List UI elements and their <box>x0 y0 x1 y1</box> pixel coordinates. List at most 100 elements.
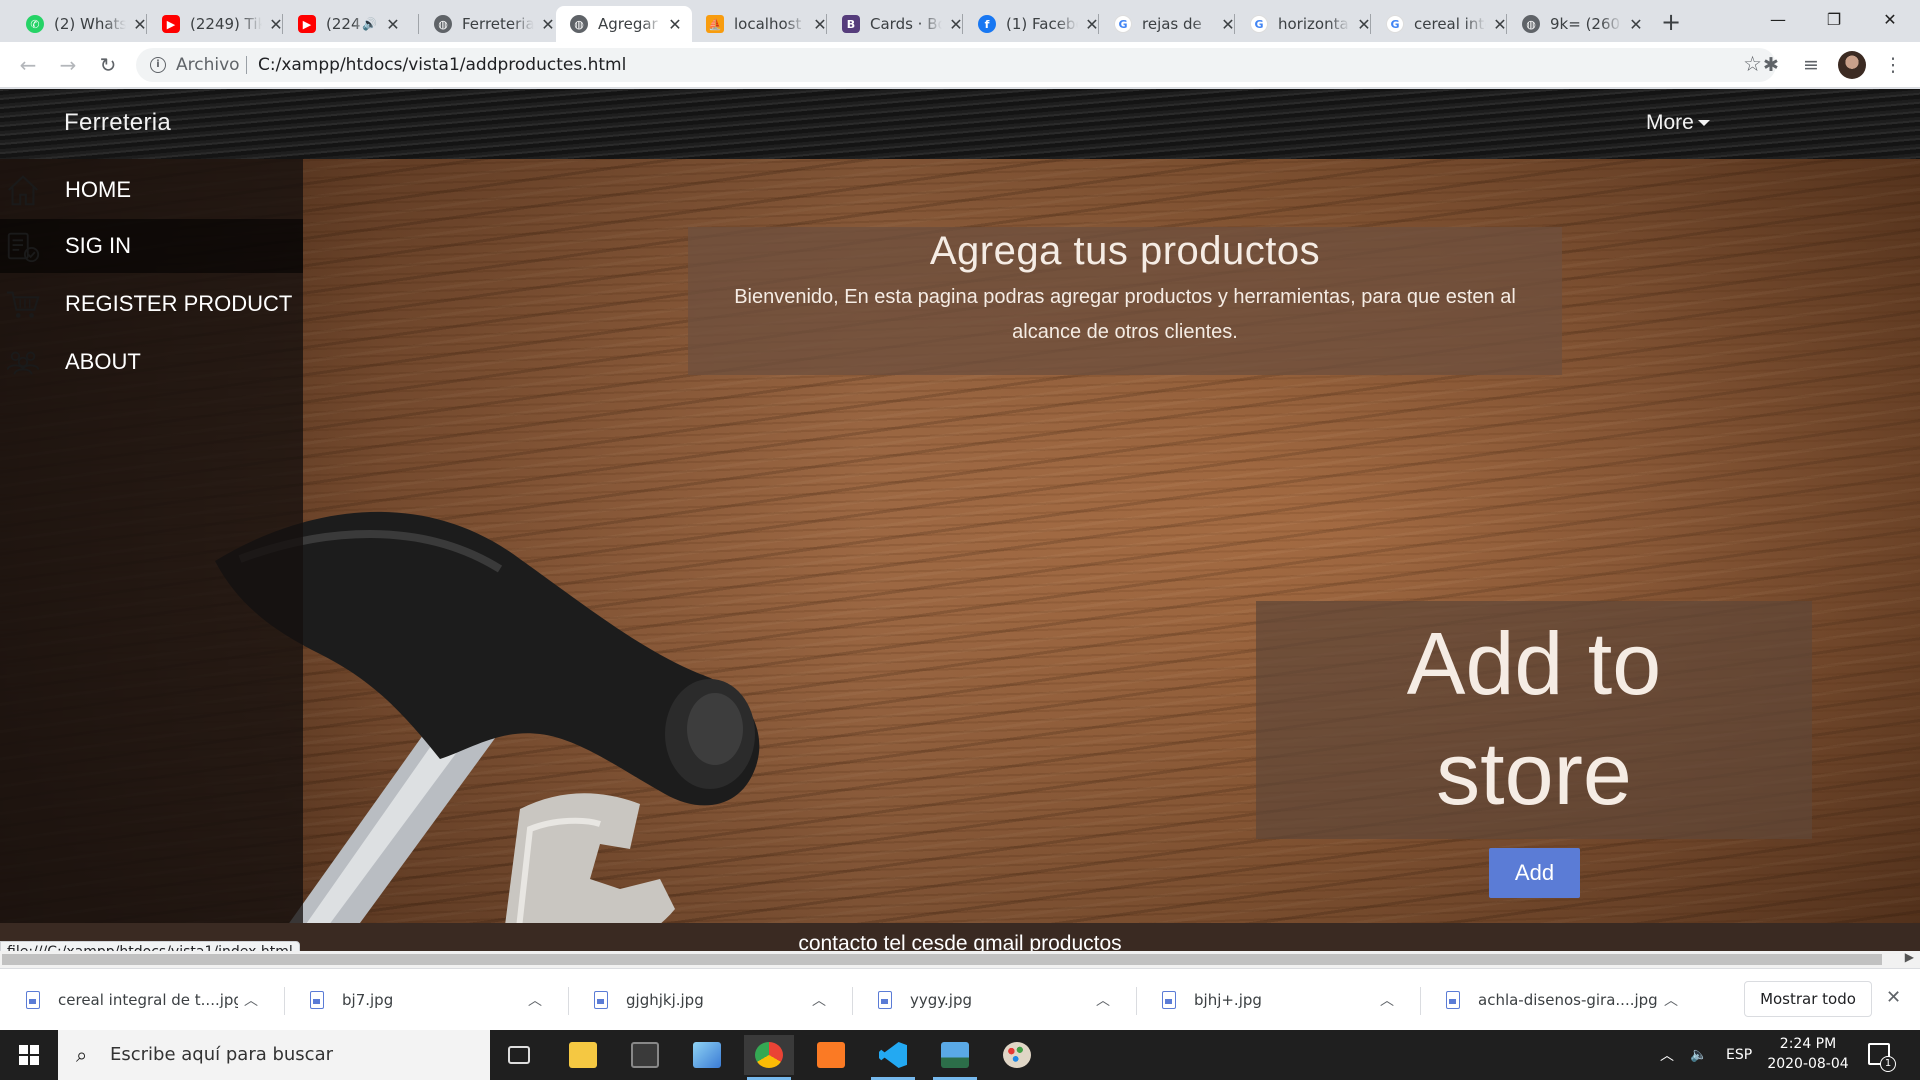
url-text[interactable]: C:/xampp/htdocs/vista1/addproductes.html <box>258 55 626 75</box>
home-icon <box>8 175 38 206</box>
chevron-up-icon[interactable]: ︿ <box>1380 990 1394 1010</box>
download-item[interactable]: gjghjkj.jpg ︿ <box>594 983 826 1017</box>
chevron-up-icon[interactable]: ︿ <box>244 990 258 1010</box>
tab-facebook[interactable]: f (1) Facebook ✕ <box>964 6 1110 42</box>
globe-icon: ◍ <box>1522 15 1540 33</box>
task-view-icon[interactable] <box>494 1035 544 1075</box>
extensions-icon[interactable]: ✱ <box>1758 52 1784 78</box>
tab-localhost[interactable]: ⛵ localhost ✕ <box>692 6 838 42</box>
windows-taskbar: ⌕ Escribe aquí para buscar ︿ 🔈 ESP 2:24 … <box>0 1030 1920 1080</box>
phpmyadmin-icon: ⛵ <box>706 15 724 33</box>
new-tab-button[interactable]: + <box>1656 8 1686 36</box>
sidebar-item-label: REGISTER PRODUCT <box>65 291 293 316</box>
image-file-icon <box>1162 991 1176 1009</box>
tab-google-3[interactable]: G cereal integral ✕ <box>1372 6 1518 42</box>
sidebar-item-about[interactable]: ABOUT <box>0 335 303 389</box>
whatsapp-icon: ✆ <box>26 15 44 33</box>
security-label: Archivo <box>176 55 240 75</box>
app-icon[interactable] <box>682 1035 732 1075</box>
sidebar-item-home[interactable]: HOME <box>0 163 303 217</box>
download-item[interactable]: bjhj+.jpg ︿ <box>1162 983 1394 1017</box>
address-bar[interactable]: i Archivo C:/xampp/htdocs/vista1/addprod… <box>136 48 1776 82</box>
scroll-right-icon[interactable]: ▶ <box>1905 950 1914 964</box>
tab-image[interactable]: ◍ 9k= (260 ✕ <box>1508 6 1654 42</box>
site-navbar: Ferreteria More <box>0 89 1920 159</box>
windows-logo-icon <box>19 1045 39 1065</box>
tab-youtube-2[interactable]: ▶ (224 🔊 ✕ <box>284 6 411 42</box>
youtube-icon: ▶ <box>298 15 316 33</box>
vscode-icon[interactable] <box>868 1035 918 1080</box>
page-viewport: Ferreteria More HOME SIG IN REGISTER PRO… <box>0 89 1920 964</box>
back-button[interactable]: ← <box>14 51 42 79</box>
tab-google-2[interactable]: G horizontal ✕ <box>1236 6 1382 42</box>
tab-bootstrap[interactable]: B Cards · Bootstrap ✕ <box>828 6 974 42</box>
sidebar-item-label: ABOUT <box>65 349 141 374</box>
bootstrap-icon: B <box>842 15 860 33</box>
google-icon: G <box>1250 15 1268 33</box>
tab-whatsapp[interactable]: ✆ (2) WhatsApp ✕ <box>12 6 158 42</box>
tab-strip: ✆ (2) WhatsApp ✕ ▶ (2249) TikTok ✕ ▶ (22… <box>0 0 1920 42</box>
add-button[interactable]: Add <box>1489 848 1580 898</box>
menu-kebab-icon[interactable]: ⋮ <box>1880 52 1906 78</box>
tab-google-1[interactable]: G rejas de ✕ <box>1100 6 1246 42</box>
sidebar-item-register-product[interactable]: REGISTER PRODUCT <box>0 277 303 331</box>
minimize-button[interactable]: — <box>1750 0 1806 38</box>
site-brand[interactable]: Ferreteria <box>64 109 171 137</box>
chevron-up-icon[interactable]: ︿ <box>1664 990 1678 1010</box>
chrome-icon[interactable] <box>744 1035 794 1080</box>
paint-icon[interactable] <box>992 1035 1042 1075</box>
language-indicator[interactable]: ESP <box>1726 1030 1752 1080</box>
start-button[interactable] <box>0 1030 58 1080</box>
file-explorer-icon[interactable] <box>558 1035 608 1075</box>
download-item[interactable]: achla-disenos-gira....jpg ︿ <box>1446 983 1678 1017</box>
close-tab-icon[interactable]: ✕ <box>385 15 401 34</box>
tab-youtube-1[interactable]: ▶ (2249) TikTok ✕ <box>148 6 294 42</box>
show-all-downloads-button[interactable]: Mostrar todo <box>1744 981 1872 1017</box>
google-icon: G <box>1386 15 1404 33</box>
download-item[interactable]: cereal integral de t....jpg ︿ <box>26 983 258 1017</box>
image-file-icon <box>1446 991 1460 1009</box>
image-file-icon <box>878 991 892 1009</box>
tab-ferreteria[interactable]: ◍ Ferreteria ✕ <box>420 6 566 42</box>
reload-button[interactable]: ↻ <box>94 51 122 79</box>
horizontal-scrollbar[interactable]: ▶ <box>0 950 1920 968</box>
forward-button[interactable]: → <box>54 51 82 79</box>
image-file-icon <box>594 991 608 1009</box>
caret-down-icon <box>1697 120 1710 127</box>
download-item[interactable]: yygy.jpg ︿ <box>878 983 1110 1017</box>
notification-count-badge: 1 <box>1880 1056 1896 1072</box>
sidebar-item-label: HOME <box>65 177 131 202</box>
clipboard-check-icon <box>7 232 40 263</box>
image-file-icon <box>26 991 40 1009</box>
cart-icon <box>6 291 40 318</box>
notion-icon[interactable] <box>620 1035 670 1075</box>
sidebar-item-sign-in[interactable]: SIG IN <box>0 219 303 273</box>
xampp-icon[interactable] <box>806 1035 856 1075</box>
photos-icon[interactable] <box>930 1035 980 1080</box>
more-dropdown[interactable]: More <box>1646 111 1710 135</box>
close-window-button[interactable]: ✕ <box>1862 0 1918 38</box>
google-icon: G <box>1114 15 1132 33</box>
tab-agregar[interactable]: ◍ Agregar ✕ <box>556 6 692 42</box>
close-shelf-icon[interactable]: ✕ <box>1886 987 1901 1008</box>
people-icon <box>6 351 40 375</box>
scrollbar-thumb[interactable] <box>2 954 1882 965</box>
chevron-up-icon[interactable]: ︿ <box>812 990 826 1010</box>
chevron-up-icon[interactable]: ︿ <box>528 990 542 1010</box>
sidebar: HOME SIG IN REGISTER PRODUCT ABOUT <box>0 159 303 929</box>
close-tab-icon[interactable]: ✕ <box>668 15 682 34</box>
youtube-icon: ▶ <box>162 15 180 33</box>
volume-icon[interactable]: 🔈 <box>1690 1030 1707 1080</box>
close-tab-icon[interactable]: ✕ <box>1628 15 1644 34</box>
show-hidden-icons[interactable]: ︿ <box>1660 1030 1674 1080</box>
info-icon[interactable]: i <box>150 57 166 73</box>
clock[interactable]: 2:24 PM 2020-08-04 <box>1760 1034 1856 1074</box>
download-item[interactable]: bj7.jpg ︿ <box>310 983 542 1017</box>
download-shelf: cereal integral de t....jpg ︿ bj7.jpg ︿ … <box>0 968 1920 1030</box>
media-controls-icon[interactable]: ≡ <box>1798 52 1824 78</box>
profile-avatar[interactable] <box>1838 51 1866 79</box>
taskbar-search[interactable]: ⌕ Escribe aquí para buscar <box>58 1030 490 1080</box>
chevron-up-icon[interactable]: ︿ <box>1096 990 1110 1010</box>
restore-button[interactable]: ❐ <box>1806 0 1862 38</box>
close-tab-icon[interactable]: ✕ <box>540 15 556 34</box>
